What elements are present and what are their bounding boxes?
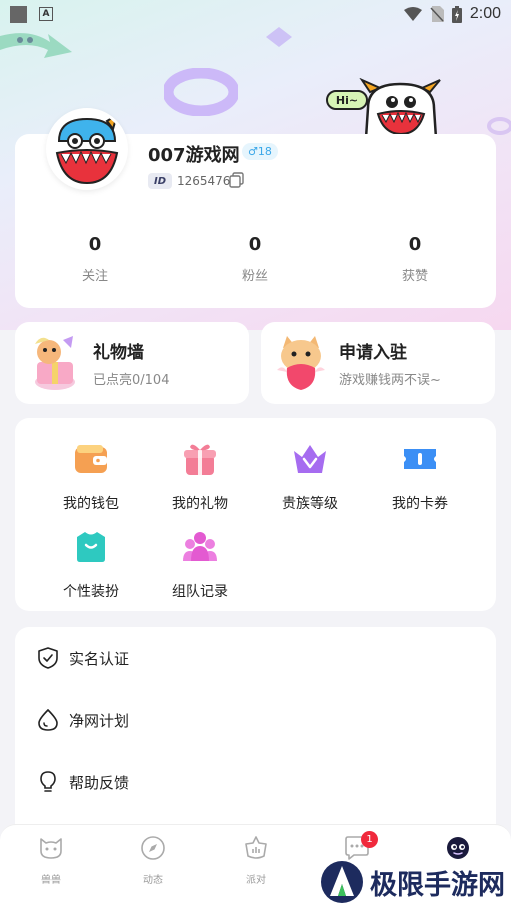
status-bar: A 2:00 bbox=[0, 0, 511, 28]
compass-icon bbox=[141, 836, 165, 860]
avatar-monster-icon bbox=[49, 111, 125, 187]
unread-badge: 1 bbox=[361, 831, 378, 848]
tab-pet[interactable]: 兽兽 bbox=[21, 835, 81, 886]
gift-wall-title: 礼物墙 bbox=[93, 343, 144, 363]
gift-wall-card[interactable]: 礼物墙 已点亮0/104 bbox=[15, 322, 249, 404]
grid-label: 个性装扮 bbox=[63, 584, 119, 600]
arrow-decoration-icon bbox=[0, 33, 72, 58]
stat-label: 粉丝 bbox=[241, 269, 268, 284]
tab-feed[interactable]: 动态 bbox=[123, 835, 183, 886]
gift-wall-mascot-icon bbox=[35, 336, 75, 390]
grid-label: 贵族等级 bbox=[282, 496, 338, 512]
grid-item-wallet[interactable]: 我的钱包 bbox=[36, 441, 146, 513]
diamond-decoration-icon bbox=[266, 27, 292, 47]
coupon-icon bbox=[404, 449, 436, 469]
gender-age-badge: ♂18 bbox=[242, 143, 278, 160]
stat-fans[interactable]: 0 粉丝 bbox=[205, 234, 305, 284]
apply-join-card[interactable]: 申请入驻 游戏赚钱两不误~ bbox=[261, 322, 495, 404]
grid-label: 我的钱包 bbox=[63, 496, 119, 512]
grid-item-noble-level[interactable]: 贵族等级 bbox=[255, 441, 365, 513]
grid-item-team-records[interactable]: 组队记录 bbox=[145, 529, 255, 601]
stat-likes[interactable]: 0 获赞 bbox=[365, 234, 465, 284]
apply-join-subtitle: 游戏赚钱两不误~ bbox=[339, 373, 441, 388]
speech-bubble-text: Hi~ bbox=[335, 93, 359, 107]
battery-icon bbox=[451, 5, 462, 23]
id-tag: ID bbox=[148, 173, 172, 189]
grid-label: 我的卡券 bbox=[392, 496, 448, 512]
watermark-text: 极限手游网 bbox=[370, 869, 505, 901]
list-item-help-feedback[interactable]: 帮助反馈 bbox=[37, 769, 129, 795]
stat-label: 关注 bbox=[81, 269, 108, 284]
watermark: 极限手游网 bbox=[320, 860, 505, 904]
tab-party[interactable]: 派对 bbox=[226, 835, 286, 886]
gift-wall-subtitle: 已点亮0/104 bbox=[93, 373, 170, 388]
drop-icon bbox=[38, 709, 58, 731]
keyboard-a-icon: A bbox=[39, 7, 53, 21]
list-item-clean-net[interactable]: 净网计划 bbox=[37, 707, 129, 733]
wallet-icon bbox=[75, 445, 107, 473]
grid-item-coupons[interactable]: 我的卡券 bbox=[365, 441, 475, 513]
user-id: 1265476 bbox=[177, 174, 231, 188]
wifi-icon bbox=[403, 7, 422, 21]
gift-icon bbox=[184, 444, 216, 475]
watermark-logo-icon bbox=[321, 861, 363, 903]
list-item-real-name[interactable]: 实名认证 bbox=[37, 645, 129, 671]
shirt-icon bbox=[77, 532, 105, 562]
stat-label: 获赞 bbox=[401, 269, 428, 284]
apply-join-mascot-icon bbox=[277, 336, 325, 390]
copy-icon[interactable] bbox=[229, 172, 245, 188]
avatar[interactable] bbox=[46, 108, 128, 190]
team-icon bbox=[183, 532, 217, 561]
app-square-icon bbox=[10, 5, 27, 23]
grid-label: 我的礼物 bbox=[172, 496, 228, 512]
apply-join-title: 申请入驻 bbox=[339, 343, 407, 363]
profile-face-icon bbox=[447, 837, 469, 859]
list-label: 实名认证 bbox=[69, 649, 130, 668]
party-icon bbox=[245, 836, 267, 859]
shield-icon bbox=[38, 647, 58, 669]
stat-value: 0 bbox=[88, 234, 102, 255]
ring-decoration-icon bbox=[164, 68, 238, 116]
grid-item-dress-up[interactable]: 个性装扮 bbox=[36, 529, 146, 601]
username: 007游戏网 bbox=[148, 145, 240, 166]
stat-value: 0 bbox=[408, 234, 422, 255]
pet-icon bbox=[40, 838, 62, 859]
bulb-icon bbox=[40, 771, 56, 792]
stat-following[interactable]: 0 关注 bbox=[45, 234, 145, 284]
tab-label: 动态 bbox=[143, 875, 163, 886]
list-label: 净网计划 bbox=[69, 711, 130, 730]
list-label: 帮助反馈 bbox=[69, 773, 130, 792]
grid-label: 组队记录 bbox=[172, 584, 228, 600]
stat-value: 0 bbox=[248, 234, 262, 255]
tab-label: 派对 bbox=[246, 875, 266, 886]
crown-icon bbox=[294, 445, 326, 473]
tab-label: 兽兽 bbox=[41, 875, 61, 886]
grid-item-gifts[interactable]: 我的礼物 bbox=[145, 441, 255, 513]
no-sim-icon bbox=[430, 6, 444, 22]
status-time: 2:00 bbox=[469, 5, 501, 22]
